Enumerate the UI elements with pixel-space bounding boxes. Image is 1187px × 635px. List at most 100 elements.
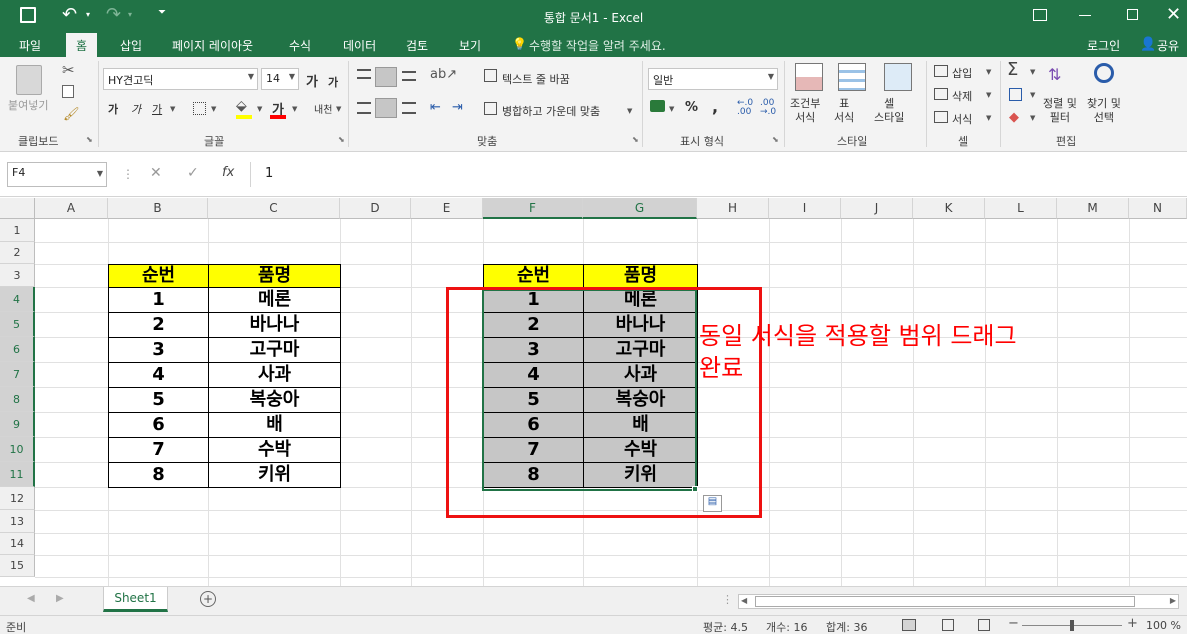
sort-filter-button[interactable]: 정렬 및 필터 [1043, 97, 1077, 125]
column-header-c[interactable]: C [208, 198, 340, 219]
font-color-dropdown-icon[interactable]: ▼ [292, 105, 297, 113]
column-header-b[interactable]: B [108, 198, 208, 219]
left-data-cell[interactable]: 배 [208, 412, 341, 438]
underline-dropdown-icon[interactable]: ▼ [170, 105, 175, 113]
close-icon[interactable]: ✕ [1166, 4, 1181, 25]
align-right-icon[interactable] [402, 102, 416, 114]
font-size-select[interactable]: 14 ▼ [261, 68, 299, 90]
row-header-11[interactable]: 11 [0, 462, 35, 487]
row-header-12[interactable]: 12 [0, 487, 35, 510]
find-select-button[interactable]: 찾기 및 선택 [1087, 97, 1121, 125]
tell-me-input[interactable]: 수행할 작업을 알려 주세요. [529, 37, 666, 54]
italic-button[interactable]: 가 [131, 101, 141, 117]
tab-file[interactable]: 파일 [19, 37, 41, 54]
alignment-launcher-icon[interactable]: ⬊ [632, 135, 639, 144]
cell-styles-icon[interactable] [884, 63, 912, 91]
copy-icon[interactable] [62, 85, 74, 98]
insert-dropdown-icon[interactable]: ▼ [986, 68, 991, 76]
cancel-entry-icon[interactable]: ✕ [150, 165, 162, 181]
number-format-select[interactable]: 일반 ▼ [648, 68, 778, 90]
row-header-8[interactable]: 8 [0, 387, 35, 412]
format-painter-icon[interactable]: 🖌 [63, 107, 80, 122]
conditional-format-button[interactable]: 조건부 서식 [790, 97, 820, 125]
left-data-cell[interactable]: 4 [108, 362, 209, 388]
increase-decimal-icon[interactable]: ←.0.00 [737, 99, 753, 117]
insert-function-icon[interactable]: fx [222, 165, 234, 180]
formula-input[interactable]: 1 [250, 162, 1187, 187]
add-sheet-icon[interactable]: + [200, 591, 216, 607]
font-launcher-icon[interactable]: ⬊ [338, 135, 345, 144]
left-data-cell[interactable]: 6 [108, 412, 209, 438]
left-data-cell[interactable]: 바나나 [208, 312, 341, 338]
bold-button[interactable]: 가 [108, 101, 118, 117]
tab-data[interactable]: 데이터 [343, 37, 376, 54]
ribbon-display-icon[interactable] [1033, 9, 1047, 21]
maximize-icon[interactable] [1127, 9, 1138, 20]
comma-button[interactable]: , [712, 97, 718, 116]
left-data-cell[interactable]: 7 [108, 437, 209, 463]
phonetic-button[interactable]: 내천 [314, 101, 332, 116]
underline-button[interactable]: 가 [152, 101, 162, 117]
page-break-view-icon[interactable] [978, 619, 990, 631]
delete-cells-icon[interactable] [934, 88, 948, 100]
row-header-4[interactable]: 4 [0, 287, 35, 312]
cell-styles-button[interactable]: 셀 스타일 [874, 97, 904, 125]
merge-center-icon[interactable] [484, 102, 497, 115]
scroll-right-icon[interactable]: ▶ [56, 593, 64, 604]
format-cells-icon[interactable] [934, 111, 948, 123]
left-header-cell[interactable]: 품명 [208, 264, 341, 288]
align-top-icon[interactable] [357, 69, 371, 79]
row-header-9[interactable]: 9 [0, 412, 35, 437]
column-header-f[interactable]: F [483, 198, 583, 219]
wrap-text-icon[interactable] [484, 69, 497, 82]
left-data-cell[interactable]: 8 [108, 462, 209, 488]
left-data-cell[interactable]: 복숭아 [208, 387, 341, 413]
row-header-10[interactable]: 10 [0, 437, 35, 462]
zoom-level[interactable]: 100 % [1146, 619, 1181, 632]
find-select-icon[interactable] [1094, 63, 1114, 83]
zoom-in-icon[interactable]: + [1127, 616, 1138, 631]
conditional-format-icon[interactable] [795, 63, 823, 91]
horizontal-scrollbar[interactable]: ◀ ▶ [738, 594, 1179, 609]
clear-icon[interactable]: ◆ [1009, 110, 1019, 125]
left-data-cell[interactable]: 사과 [208, 362, 341, 388]
insert-cells-icon[interactable] [934, 65, 948, 77]
right-header-cell[interactable]: 순번 [483, 264, 584, 288]
autosum-icon[interactable]: Σ [1007, 59, 1018, 80]
column-header-k[interactable]: K [913, 198, 985, 219]
column-header-l[interactable]: L [985, 198, 1057, 219]
delete-dropdown-icon[interactable]: ▼ [986, 91, 991, 99]
tab-home[interactable]: 홈 [66, 33, 98, 57]
select-all-corner[interactable] [0, 198, 35, 219]
count-value[interactable]: 개수: 16 [766, 619, 807, 635]
fill-color-dropdown-icon[interactable]: ▼ [257, 105, 262, 113]
left-data-cell[interactable]: 3 [108, 337, 209, 363]
column-header-g[interactable]: G [583, 198, 697, 219]
percent-button[interactable]: % [685, 100, 698, 115]
scrollbar-right-arrow-icon[interactable]: ▶ [1170, 596, 1176, 605]
scrollbar-thumb[interactable] [755, 596, 1135, 607]
align-bottom-icon[interactable] [402, 71, 416, 81]
accounting-format-icon[interactable] [650, 100, 665, 112]
borders-dropdown-icon[interactable]: ▼ [211, 105, 216, 113]
tab-insert[interactable]: 삽입 [120, 37, 142, 54]
column-header-i[interactable]: I [769, 198, 841, 219]
fill-color-icon[interactable]: ⬙ [236, 98, 247, 114]
row-header-2[interactable]: 2 [0, 242, 35, 264]
minimize-icon[interactable] [1079, 15, 1091, 16]
left-data-cell[interactable]: 5 [108, 387, 209, 413]
grow-font-button[interactable]: 가 [306, 71, 318, 90]
scroll-left-icon[interactable]: ◀ [27, 593, 35, 604]
tab-view[interactable]: 보기 [459, 37, 481, 54]
row-header-7[interactable]: 7 [0, 362, 35, 387]
tab-formulas[interactable]: 수식 [289, 37, 311, 54]
name-box[interactable]: F4 ▼ [7, 162, 107, 187]
left-data-cell[interactable]: 1 [108, 287, 209, 313]
paste-button[interactable]: 붙여넣기 [8, 97, 48, 113]
format-table-button[interactable]: 표 서식 [834, 97, 854, 125]
merge-dropdown-icon[interactable]: ▼ [627, 107, 632, 115]
format-table-icon[interactable] [838, 63, 866, 91]
column-header-a[interactable]: A [35, 198, 108, 219]
row-header-5[interactable]: 5 [0, 312, 35, 337]
zoom-slider[interactable] [1022, 620, 1122, 631]
